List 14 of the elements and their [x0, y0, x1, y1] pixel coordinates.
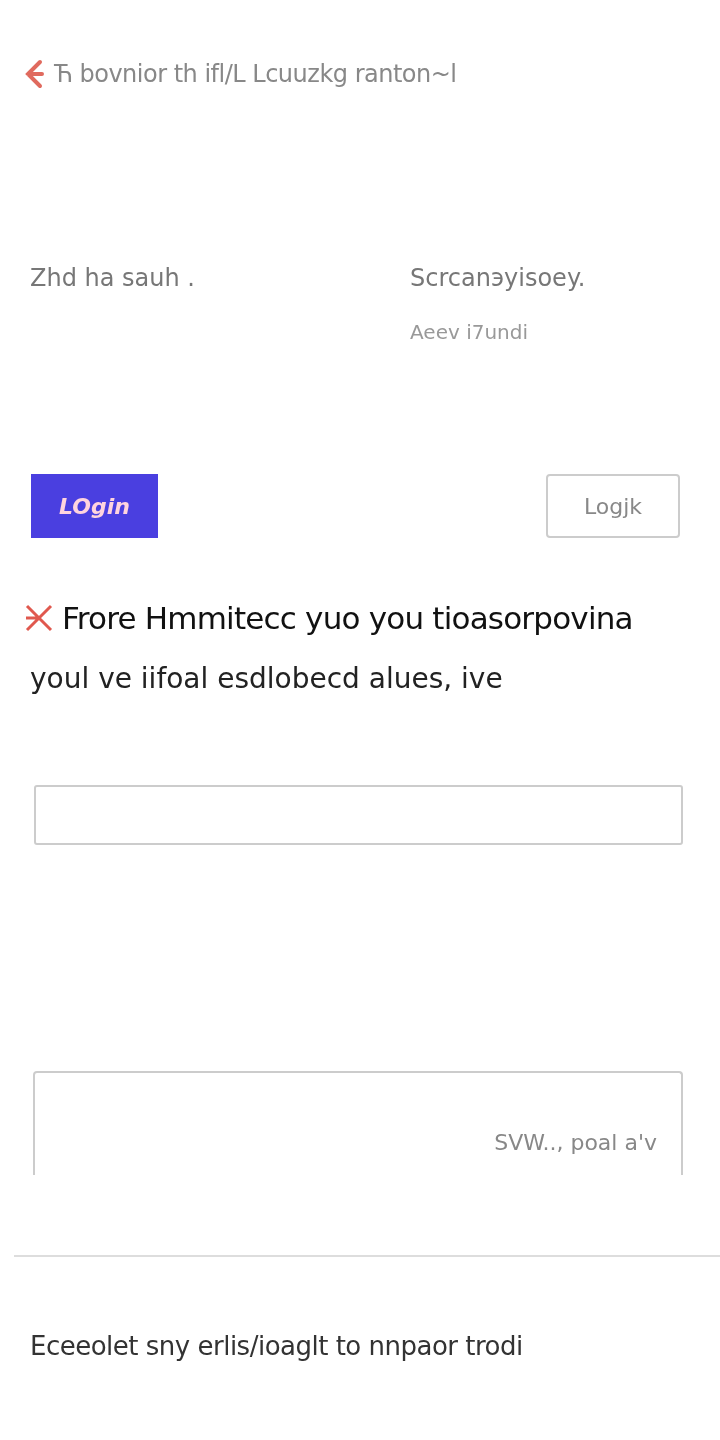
text-area-hint: SVW.., poal a'v [494, 1130, 657, 1155]
info-text: Scrcanэyisoey. [410, 264, 587, 292]
info-text: Aeev i7undi [410, 320, 530, 344]
error-title: Frore Hmmitecc yuo you tioasorpovina [62, 600, 633, 636]
footer-text: Eceeolet sny erlis/ioaglt to nnpaor trodi [29, 1330, 524, 1361]
input-field[interactable] [34, 785, 683, 845]
page-title: Ћ bovnior th ifl/L Lcuuzkg ranton~l [54, 60, 457, 88]
error-message: youl ve iifoal esdlobecd alues, ive [29, 661, 504, 695]
login-button[interactable]: Logjk [546, 474, 680, 538]
text-area[interactable]: SVW.., poal a'v [33, 1071, 683, 1175]
back-icon[interactable] [24, 58, 44, 90]
info-text: Zhd ha sauh . [30, 264, 196, 292]
login-button[interactable]: LOgin [31, 474, 158, 538]
close-icon [24, 603, 54, 633]
